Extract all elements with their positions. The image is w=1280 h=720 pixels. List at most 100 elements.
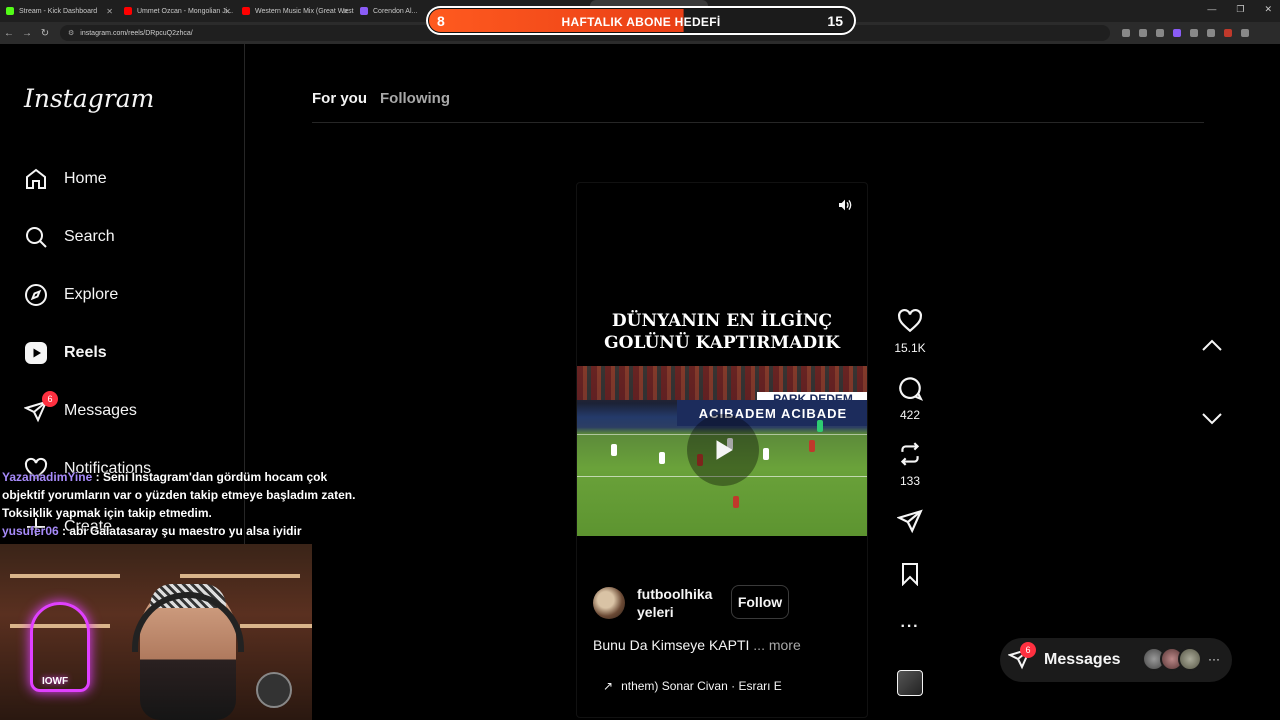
extension-icon[interactable]: [1224, 29, 1232, 37]
browser-menu-icon[interactable]: [1241, 29, 1249, 37]
tab-title: Western Music Mix (Great West...: [255, 7, 354, 15]
repost-icon: [897, 442, 923, 471]
site-info-icon[interactable]: ⚙: [68, 29, 74, 37]
audio-thumbnail[interactable]: [897, 670, 923, 696]
url-text: instagram.com/reels/DRpcuQ2zhca/: [80, 29, 193, 37]
back-icon[interactable]: ←: [0, 28, 18, 39]
reload-icon[interactable]: ↻: [36, 28, 54, 39]
football-pitch-frame: PARK DEDEM ACIBADEM ACIBADE: [577, 366, 867, 536]
chevron-down-icon: [1200, 413, 1224, 434]
comment-action[interactable]: 422: [890, 375, 930, 422]
chat-username: YazamadimYine: [2, 470, 93, 484]
goalkeeper: [817, 420, 823, 432]
share-icon: [896, 509, 923, 538]
repost-count: 133: [899, 474, 921, 488]
reel-audio[interactable]: ↗ nthem) Sonar Civan · Esrarı E: [603, 679, 782, 693]
webcam-overlay: IOWF: [0, 544, 312, 720]
subscriber-goal-overlay: 8 HAFTALIK ABONE HEDEFİ 15: [426, 6, 856, 35]
comment-icon: [897, 377, 924, 405]
follow-button[interactable]: Follow: [731, 585, 789, 619]
browser-tab[interactable]: Stream - Kick Dashboard ✕: [0, 0, 118, 22]
extension-icons: [1122, 29, 1249, 37]
feed-divider: [312, 122, 1204, 123]
sidebar-item-label: Search: [64, 228, 115, 245]
messages-pill[interactable]: 6 Messages ···: [1000, 638, 1232, 682]
repost-action[interactable]: 133: [890, 441, 930, 488]
reel-video[interactable]: DÜNYANIN EN İLGİNÇ GOLÜNÜ KAPTIRMADIK PA…: [576, 182, 868, 718]
goal-title: HAFTALIK ABONE HEDEFİ: [561, 15, 721, 29]
headline-line-1: DÜNYANIN EN İLGİNÇ: [611, 311, 833, 331]
bookmark-star-icon[interactable]: [1156, 29, 1164, 37]
reel-caption: Bunu Da Kimseye KAPTI ... more: [593, 637, 801, 653]
minimize-button[interactable]: —: [1207, 4, 1216, 15]
chat-text: abi Galatasaray şu maestro yu alsa iyidi…: [69, 524, 302, 538]
author-name[interactable]: futboolhika yeleri: [637, 585, 715, 621]
tab-for-you[interactable]: For you: [312, 90, 367, 107]
headline-line-2: GOLÜNÜ KAPTIRMADIK: [604, 333, 840, 353]
reel-headline: DÜNYANIN EN İLGİNÇ GOLÜNÜ KAPTIRMADIK: [577, 310, 867, 354]
audio-arrow-icon: ↗: [603, 679, 614, 693]
search-icon: [24, 225, 48, 249]
messages-pill-badge: 6: [1020, 642, 1036, 658]
player: [611, 444, 617, 456]
messenger-icon: 6: [24, 391, 58, 423]
shelf: [10, 574, 120, 578]
author-avatar[interactable]: [593, 587, 625, 619]
tab-following[interactable]: Following: [380, 90, 450, 107]
sidebar-item-reels[interactable]: Reels: [24, 338, 107, 368]
sidebar-item-explore[interactable]: Explore: [24, 280, 118, 310]
extensions-puzzle-icon[interactable]: [1190, 29, 1198, 37]
stream-chat-overlay: YazamadimYine : Seni Instagram'dan gördü…: [2, 468, 362, 540]
contact-avatar: [1178, 647, 1202, 671]
comment-count: 422: [899, 408, 921, 422]
sidebar-item-label: Messages: [64, 402, 137, 419]
extension-icon[interactable]: [1122, 29, 1130, 37]
play-button[interactable]: [687, 414, 759, 486]
recent-contacts: ···: [1142, 647, 1220, 671]
goal-progress-bar: 8 HAFTALIK ABONE HEDEFİ 15: [428, 8, 854, 33]
next-reel-button[interactable]: [1200, 406, 1224, 435]
tab-close-icon[interactable]: ✕: [342, 7, 349, 16]
messages-badge: 6: [42, 391, 58, 407]
tab-close-icon[interactable]: ✕: [224, 7, 231, 16]
instagram-logo[interactable]: Instagram: [24, 84, 154, 113]
share-action[interactable]: [890, 508, 930, 539]
tab-close-icon[interactable]: ✕: [106, 7, 113, 16]
bookmark-icon: [898, 563, 922, 590]
tab-title: Ummet Ozcan - Mongolian Ji...: [137, 7, 234, 15]
browser-tab[interactable]: Ummet Ozcan - Mongolian Ji... ✕: [118, 0, 236, 22]
like-action[interactable]: 15.1K: [890, 308, 930, 355]
extension-icon[interactable]: [1173, 29, 1181, 37]
reels-feed-tabs: For you Following: [312, 90, 450, 107]
caption-text: Bunu Da Kimseye KAPTI: [593, 637, 750, 653]
sidebar-item-label: Explore: [64, 286, 119, 303]
save-action[interactable]: [890, 562, 930, 591]
forward-icon[interactable]: →: [18, 28, 36, 39]
sidebar-item-messages[interactable]: 6 Messages: [24, 391, 137, 426]
tab-favicon-icon: [242, 7, 250, 15]
zoom-icon[interactable]: [1139, 29, 1147, 37]
previous-reel-button[interactable]: [1200, 334, 1224, 363]
headset: [132, 592, 244, 652]
desk-lamp: [256, 672, 292, 708]
neon-sign-text: IOWF: [42, 676, 69, 687]
sidebar-item-home[interactable]: Home: [24, 164, 107, 194]
close-window-button[interactable]: ✕: [1264, 4, 1272, 15]
player: [733, 496, 739, 508]
maximize-button[interactable]: ❐: [1236, 4, 1244, 15]
chat-message: yusufer06 : abi Galatasaray şu maestro y…: [2, 524, 302, 538]
chat-username: yusufer06: [2, 524, 59, 538]
compass-icon: [24, 283, 48, 307]
volume-icon[interactable]: [837, 197, 853, 218]
sidebar-item-search[interactable]: Search: [24, 222, 115, 252]
more-options-action[interactable]: ···: [890, 618, 930, 636]
sidebar-item-label: Home: [64, 170, 107, 187]
reel-author[interactable]: futboolhika yeleri: [593, 585, 715, 621]
browser-tab[interactable]: Western Music Mix (Great West... ✕: [236, 0, 354, 22]
tab-title: Corendon Al...: [373, 7, 418, 15]
more-link[interactable]: ... more: [753, 637, 800, 653]
goal-target: 15: [827, 13, 843, 29]
extension-icon[interactable]: [1207, 29, 1215, 37]
sidebar-item-label: Reels: [64, 344, 107, 361]
more-contacts-icon: ···: [1208, 652, 1220, 666]
